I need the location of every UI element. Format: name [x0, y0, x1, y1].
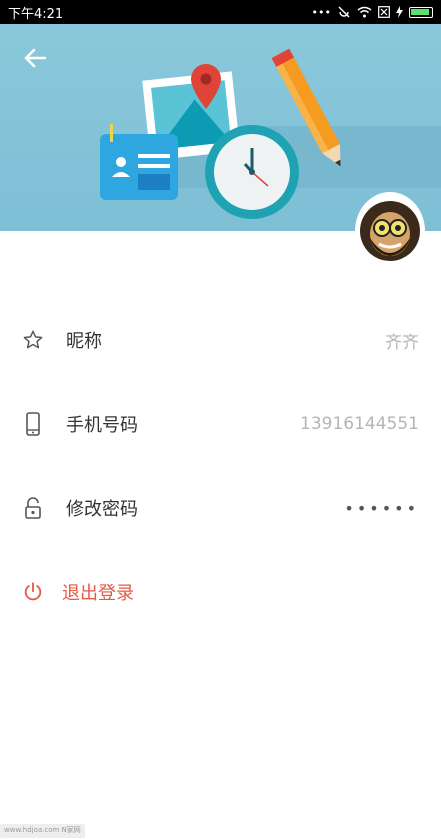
row-nickname[interactable]: 昵称 齐齐: [0, 298, 441, 382]
arrow-left-icon: [24, 48, 46, 68]
status-icons: •••: [312, 6, 433, 19]
mute-icon: [338, 6, 350, 18]
logout-button[interactable]: 退出登录: [0, 550, 441, 634]
avatar-image: [360, 201, 420, 261]
password-value: ••••••: [344, 498, 419, 518]
avatar[interactable]: [357, 194, 423, 268]
password-label: 修改密码: [66, 499, 138, 520]
row-phone[interactable]: 手机号码 13916144551: [0, 382, 441, 466]
phone-icon: [22, 412, 44, 436]
phone-value: 13916144551: [300, 414, 419, 434]
row-change-password[interactable]: 修改密码 ••••••: [0, 466, 441, 550]
notification-dots: •••: [311, 5, 331, 19]
status-bar: 下午4:21 •••: [0, 0, 441, 24]
logout-label: 退出登录: [62, 583, 134, 604]
profile-list: 昵称 齐齐 手机号码 13916144551 修改密码 •••••• 退出登录: [0, 298, 441, 634]
back-button[interactable]: [18, 44, 52, 72]
nickname-label: 昵称: [66, 331, 102, 352]
lock-icon: [22, 497, 44, 519]
phone-label: 手机号码: [66, 415, 138, 436]
no-sim-icon: [378, 6, 390, 18]
star-outline-icon: [22, 329, 44, 351]
charging-icon: [396, 6, 403, 18]
battery-icon: [409, 6, 433, 18]
nickname-value: 齐齐: [385, 332, 419, 353]
watermark: www.hdjoa.com N家网: [0, 824, 85, 838]
status-time: 下午4:21: [8, 6, 64, 22]
wifi-icon: [357, 6, 372, 18]
power-icon: [22, 581, 44, 603]
